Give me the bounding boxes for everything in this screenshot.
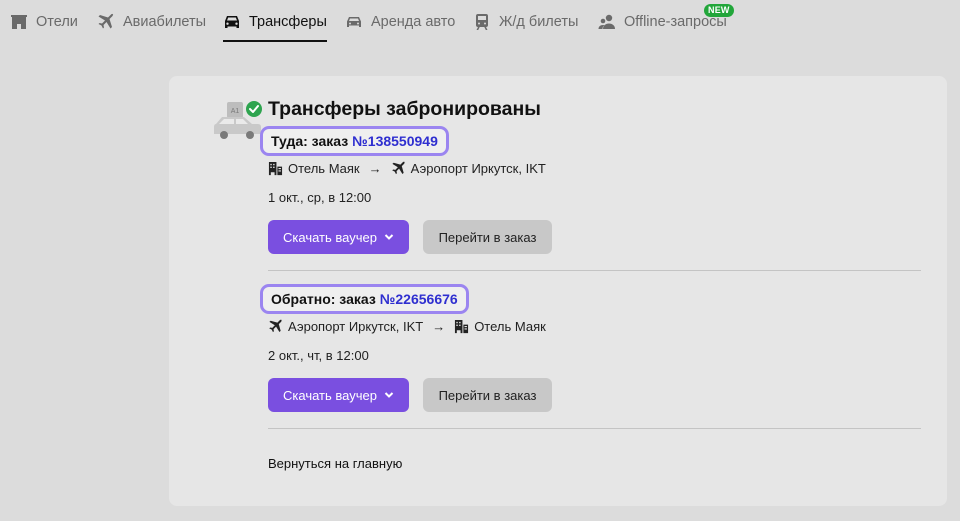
return-route: Аэропорт Иркутск, IKT → Отель Маяк xyxy=(268,319,546,334)
tab-car-rental-label: Аренда авто xyxy=(371,14,456,30)
chevron-down-icon xyxy=(384,234,394,240)
download-voucher-label: Скачать ваучер xyxy=(283,387,377,403)
outbound-go-to-order-button[interactable]: Перейти в заказ xyxy=(423,220,552,254)
tab-trains-label: Ж/д билеты xyxy=(499,14,579,30)
top-navigation: Отели Авиабилеты Трансферы Аренда авто Ж… xyxy=(0,0,960,44)
return-order-prefix: Обратно: заказ xyxy=(271,291,376,307)
outbound-order-chip: Туда: заказ №138550949 xyxy=(260,126,449,156)
users-icon xyxy=(598,13,616,31)
hotel-icon xyxy=(10,13,28,31)
return-order-chip: Обратно: заказ №22656676 xyxy=(260,284,469,314)
go-to-order-label: Перейти в заказ xyxy=(438,229,537,245)
tab-trains[interactable]: Ж/д билеты xyxy=(473,0,578,44)
tab-transfers-label: Трансферы xyxy=(249,14,327,30)
chevron-down-icon xyxy=(384,392,394,398)
tab-hotels-label: Отели xyxy=(36,14,78,30)
transfer-car-illustration: A1 xyxy=(214,101,262,139)
return-date: 2 окт., чт, в 12:00 xyxy=(268,348,369,363)
new-badge: NEW xyxy=(704,4,734,17)
route-arrow: → xyxy=(432,319,446,334)
divider xyxy=(268,270,921,271)
outbound-order-prefix: Туда: заказ xyxy=(271,133,349,149)
divider xyxy=(268,428,921,429)
plane-icon xyxy=(97,13,115,31)
go-to-order-label: Перейти в заказ xyxy=(438,387,537,403)
plane-icon xyxy=(268,319,283,334)
return-go-to-order-button[interactable]: Перейти в заказ xyxy=(423,378,552,412)
car-icon xyxy=(223,13,241,31)
tab-car-rental[interactable]: Аренда авто xyxy=(345,0,455,44)
route-arrow: → xyxy=(368,161,382,176)
tab-flights[interactable]: Авиабилеты xyxy=(97,0,206,44)
outbound-download-voucher-button[interactable]: Скачать ваучер xyxy=(268,220,409,254)
plane-icon xyxy=(391,161,406,176)
return-from: Аэропорт Иркутск, IKT xyxy=(288,319,424,334)
train-icon xyxy=(473,13,491,31)
back-to-home-link[interactable]: Вернуться на главную xyxy=(268,456,402,471)
return-order-number-link[interactable]: №22656676 xyxy=(380,291,458,307)
tab-hotels[interactable]: Отели xyxy=(10,0,78,44)
outbound-to: Аэропорт Иркутск, IKT xyxy=(410,161,546,176)
svg-text:A1: A1 xyxy=(231,108,240,115)
tab-transfers[interactable]: Трансферы xyxy=(223,0,327,44)
outbound-from: Отель Маяк xyxy=(288,161,360,176)
outbound-order-number-link[interactable]: №138550949 xyxy=(352,133,438,149)
download-voucher-label: Скачать ваучер xyxy=(283,229,377,245)
page-title: Трансферы забронированы xyxy=(268,98,541,120)
outbound-route: Отель Маяк → Аэропорт Иркутск, IKT xyxy=(268,161,546,176)
outbound-date: 1 окт., ср, в 12:00 xyxy=(268,190,372,205)
return-download-voucher-button[interactable]: Скачать ваучер xyxy=(268,378,409,412)
car-rental-icon xyxy=(345,13,363,31)
return-to: Отель Маяк xyxy=(474,319,546,334)
hotel-icon xyxy=(454,319,469,334)
hotel-icon xyxy=(268,161,283,176)
tab-flights-label: Авиабилеты xyxy=(123,14,207,30)
